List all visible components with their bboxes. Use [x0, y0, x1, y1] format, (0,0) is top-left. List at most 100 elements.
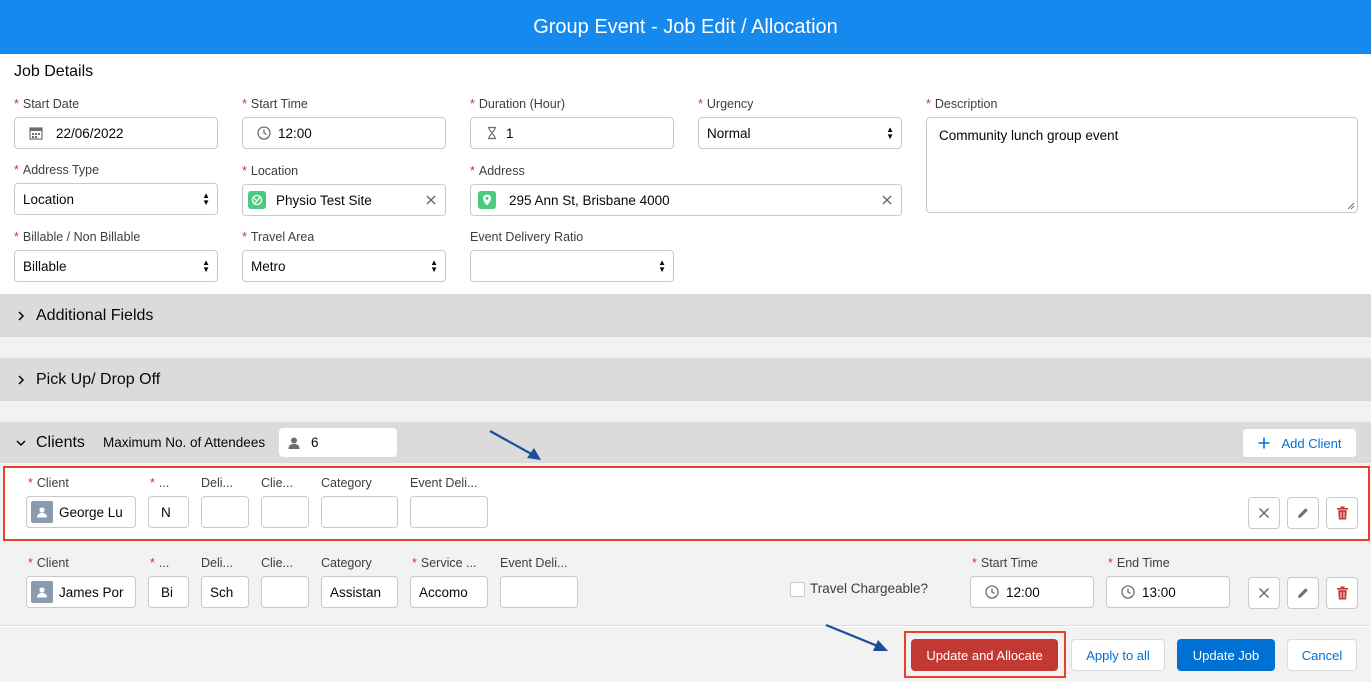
duration-label: * Duration (Hour): [470, 97, 566, 111]
travel-area-select[interactable]: Metro ▲ ▼: [242, 250, 446, 282]
resize-handle-icon[interactable]: [1347, 202, 1355, 210]
update-and-allocate-button[interactable]: Update and Allocate: [911, 639, 1058, 671]
delivery-input[interactable]: Sch: [201, 576, 249, 608]
delete-row-button[interactable]: [1326, 497, 1358, 529]
description-label: * Description: [926, 97, 998, 111]
description-textarea[interactable]: Community lunch group event: [926, 117, 1358, 213]
update-job-button[interactable]: Update Job: [1177, 639, 1275, 671]
max-attendees-input[interactable]: 6: [279, 428, 397, 457]
travel-area-label: * Travel Area: [242, 230, 315, 244]
start-time-label: * Start Time: [242, 97, 308, 111]
plus-icon: [1258, 437, 1269, 449]
client-field-input[interactable]: [261, 576, 309, 608]
client-lookup[interactable]: James Por: [26, 576, 136, 608]
clear-row-button[interactable]: [1248, 577, 1280, 609]
required-field-value: N: [161, 504, 171, 520]
user-icon: [288, 437, 300, 449]
required-field-input[interactable]: N: [148, 496, 189, 528]
apply-to-all-button[interactable]: Apply to all: [1071, 639, 1165, 671]
description-value: Community lunch group event: [939, 128, 1119, 143]
section-spacer: [0, 401, 1371, 422]
category-label: Category: [321, 556, 372, 570]
event-delivery-input[interactable]: [410, 496, 488, 528]
service-input[interactable]: Accomo: [410, 576, 488, 608]
duration-input[interactable]: 1: [470, 117, 674, 149]
category-value: Assistan: [330, 584, 382, 600]
footer: [0, 627, 1371, 682]
delivery-value: Sch: [210, 584, 234, 600]
trash-icon: [1336, 506, 1348, 520]
service-label: * Service ...: [412, 556, 477, 570]
client-value: George Lu: [59, 504, 123, 520]
location-icon: [248, 191, 266, 209]
delivery-input[interactable]: [201, 496, 249, 528]
annotation-arrow-icon: [825, 623, 888, 651]
travel-chargeable-label: Travel Chargeable?: [810, 581, 929, 596]
address-value: 295 Ann St, Brisbane 4000: [509, 192, 670, 208]
start-date-input[interactable]: 22/06/2022: [14, 117, 218, 149]
contact-avatar-icon: [31, 501, 53, 523]
client-field-input[interactable]: [261, 496, 309, 528]
start-time-value: 12:00: [1006, 584, 1040, 600]
end-time-value: 13:00: [1142, 584, 1176, 600]
address-label: * Address: [470, 164, 525, 178]
travel-chargeable-checkbox[interactable]: [790, 582, 805, 597]
edit-row-button[interactable]: [1287, 577, 1319, 609]
clock-icon: [1121, 585, 1135, 599]
location-lookup[interactable]: Physio Test Site: [242, 184, 446, 216]
service-value: Accomo: [419, 584, 468, 600]
clear-row-button[interactable]: [1248, 497, 1280, 529]
required-field-input[interactable]: Bi: [148, 576, 189, 608]
select-arrows-icon: ▲ ▼: [658, 258, 666, 274]
required-field-label: *...: [150, 556, 170, 570]
clear-icon[interactable]: [425, 194, 437, 206]
urgency-select[interactable]: Normal ▲ ▼: [698, 117, 902, 149]
event-delivery-input[interactable]: [500, 576, 578, 608]
pickup-dropoff-section[interactable]: Pick Up/ Drop Off: [0, 358, 1371, 401]
location-value: Physio Test Site: [276, 192, 372, 208]
clients-title: Clients: [36, 433, 85, 451]
clear-icon[interactable]: [881, 194, 893, 206]
section-spacer: [0, 337, 1371, 358]
select-arrows-icon: ▲ ▼: [202, 191, 210, 207]
chevron-right-icon: [18, 374, 25, 385]
billable-value: Billable: [23, 258, 67, 274]
pickup-dropoff-title: Pick Up/ Drop Off: [36, 370, 161, 388]
event-delivery-ratio-label: Event Delivery Ratio: [470, 230, 584, 244]
pencil-icon: [1298, 508, 1308, 518]
hourglass-icon: [488, 126, 496, 140]
job-details-title: Job Details: [14, 63, 94, 80]
add-client-button[interactable]: Add Client: [1242, 428, 1357, 458]
select-arrows-icon: ▲ ▼: [430, 258, 438, 274]
edit-row-button[interactable]: [1287, 497, 1319, 529]
category-input[interactable]: [321, 496, 398, 528]
location-label: * Location: [242, 164, 299, 178]
delete-row-button[interactable]: [1326, 577, 1358, 609]
urgency-label: * Urgency: [698, 97, 754, 111]
client-value: James Por: [59, 584, 124, 600]
end-time-input[interactable]: 13:00: [1106, 576, 1230, 608]
address-type-label: * Address Type: [14, 163, 100, 177]
cancel-button[interactable]: Cancel: [1287, 639, 1357, 671]
start-time-input[interactable]: 12:00: [970, 576, 1094, 608]
start-time-label: * Start Time: [972, 556, 1038, 570]
address-lookup[interactable]: 295 Ann St, Brisbane 4000: [470, 184, 902, 216]
category-input[interactable]: Assistan: [321, 576, 398, 608]
event-delivery-label: Event Deli...: [410, 476, 478, 490]
address-type-select[interactable]: Location ▲ ▼: [14, 183, 218, 215]
billable-select[interactable]: Billable ▲ ▼: [14, 250, 218, 282]
client-label: * Client: [28, 556, 69, 570]
client-lookup[interactable]: George Lu: [26, 496, 136, 528]
additional-fields-section[interactable]: Additional Fields: [0, 294, 1371, 337]
start-time-value: 12:00: [278, 125, 312, 141]
start-date-label: * Start Date: [14, 97, 80, 111]
max-attendees-label: Maximum No. of Attendees: [103, 435, 266, 450]
trash-icon: [1336, 586, 1348, 600]
chevron-down-icon: [16, 439, 26, 446]
event-delivery-ratio-select[interactable]: ▲ ▼: [470, 250, 674, 282]
delivery-label: Deli...: [201, 556, 233, 570]
additional-fields-title: Additional Fields: [36, 306, 154, 324]
start-time-input[interactable]: 12:00: [242, 117, 446, 149]
duration-value: 1: [506, 125, 514, 141]
calendar-icon: [29, 127, 43, 140]
